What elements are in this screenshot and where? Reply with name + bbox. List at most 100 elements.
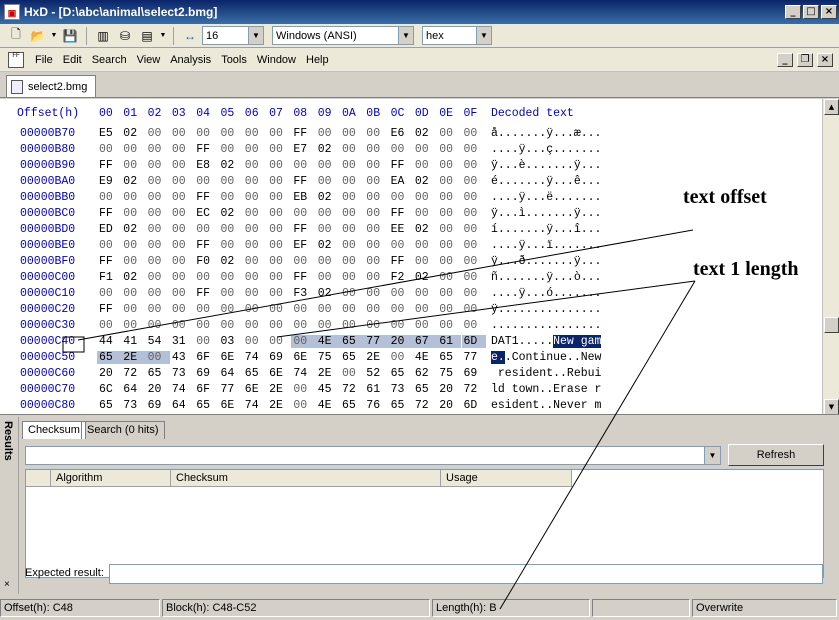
hex-byte[interactable]: 69 bbox=[148, 399, 170, 412]
hex-editor-view[interactable]: Offset(h) 00 01 02 03 04 05 06 07 08 09 0A 0B 0C 0D 0E 0… bbox=[0, 99, 839, 415]
hex-byte[interactable]: 00 bbox=[148, 143, 170, 156]
hex-byte[interactable]: 00 bbox=[342, 127, 364, 140]
tab-select2-bmg[interactable]: select2.bmg bbox=[6, 75, 97, 97]
hex-byte[interactable]: 73 bbox=[391, 383, 413, 396]
hex-byte[interactable]: 00 bbox=[172, 255, 194, 268]
hex-byte[interactable]: 00 bbox=[318, 223, 340, 236]
hex-row[interactable]: 00000B80 00 00 00 00 FF 00 00 00 E7 02 00 00 00 00 00 00… bbox=[0, 143, 818, 159]
hex-byte[interactable]: 00 bbox=[269, 191, 291, 204]
disk-icon[interactable]: ⛁ bbox=[115, 27, 135, 45]
hex-byte[interactable]: 00 bbox=[464, 319, 486, 332]
hex-byte[interactable]: 00 bbox=[415, 207, 437, 220]
hex-byte[interactable]: EB bbox=[293, 191, 315, 204]
hex-row[interactable]: 00000C30 00 00 00 00 00 00 00 00 00 00 00 00 00 00 00 00… bbox=[0, 319, 818, 335]
hex-byte[interactable]: 00 bbox=[415, 287, 437, 300]
hex-byte[interactable]: 00 bbox=[366, 127, 388, 140]
hex-byte[interactable]: 00 bbox=[415, 143, 437, 156]
hex-byte[interactable]: FF bbox=[293, 175, 315, 188]
hex-byte[interactable]: 00 bbox=[196, 319, 218, 332]
hex-byte[interactable]: 00 bbox=[293, 303, 315, 316]
hex-row[interactable]: 00000B90 FF 00 00 00 E8 02 00 00 00 00 00 00 FF 00 00 00… bbox=[0, 159, 818, 175]
hex-byte[interactable]: 20 bbox=[388, 335, 413, 348]
hex-byte[interactable]: 00 bbox=[145, 351, 170, 364]
hex-byte[interactable]: 00 bbox=[221, 191, 243, 204]
hex-byte[interactable]: 00 bbox=[269, 127, 291, 140]
hex-byte[interactable]: 00 bbox=[221, 143, 243, 156]
hex-byte[interactable]: 00 bbox=[366, 191, 388, 204]
hex-byte[interactable]: EA bbox=[391, 175, 413, 188]
hex-byte[interactable]: 00 bbox=[123, 143, 145, 156]
hex-byte[interactable]: 00 bbox=[439, 127, 461, 140]
hex-byte[interactable]: 00 bbox=[391, 319, 413, 332]
menu-file[interactable]: File bbox=[30, 54, 58, 66]
hex-byte[interactable]: 00 bbox=[439, 175, 461, 188]
hex-byte[interactable]: 00 bbox=[366, 287, 388, 300]
hex-byte[interactable]: 02 bbox=[123, 175, 145, 188]
checksum-algorithm-select[interactable]: ▼ bbox=[25, 446, 721, 465]
hex-byte[interactable]: 02 bbox=[123, 271, 145, 284]
hex-byte[interactable]: 00 bbox=[123, 191, 145, 204]
hex-byte[interactable]: 65 bbox=[391, 367, 413, 380]
hex-byte[interactable]: 00 bbox=[148, 271, 170, 284]
menu-view[interactable]: View bbox=[132, 54, 166, 66]
hex-byte[interactable]: 00 bbox=[172, 287, 194, 300]
hex-byte[interactable]: 00 bbox=[99, 239, 121, 252]
hex-byte[interactable]: FF bbox=[196, 143, 218, 156]
column-checksum[interactable]: Checksum bbox=[171, 470, 441, 487]
hex-byte[interactable]: 00 bbox=[269, 319, 291, 332]
hex-byte[interactable]: FF bbox=[196, 287, 218, 300]
hex-byte[interactable]: 00 bbox=[342, 239, 364, 252]
hex-byte[interactable]: 00 bbox=[196, 271, 218, 284]
hex-byte[interactable]: 00 bbox=[293, 399, 315, 412]
hex-byte[interactable]: 54 bbox=[148, 335, 170, 348]
menu-analysis[interactable]: Analysis bbox=[165, 54, 216, 66]
hex-byte[interactable]: 00 bbox=[366, 223, 388, 236]
hex-row[interactable]: 00000BD0 ED 02 00 00 00 00 00 00 FF 00 00 00 EE 02 00 00… bbox=[0, 223, 818, 239]
charset-select[interactable]: Windows (ANSI) ▼ bbox=[272, 26, 414, 45]
hex-byte[interactable]: 00 bbox=[342, 207, 364, 220]
hex-byte[interactable]: 77 bbox=[221, 383, 243, 396]
hex-byte[interactable]: 00 bbox=[464, 303, 486, 316]
hex-byte[interactable]: 52 bbox=[366, 367, 388, 380]
hex-byte[interactable]: E5 bbox=[99, 127, 121, 140]
hex-byte[interactable]: 00 bbox=[269, 143, 291, 156]
hex-byte[interactable]: 00 bbox=[366, 175, 388, 188]
hex-byte[interactable]: FF bbox=[293, 127, 315, 140]
hex-byte[interactable]: 00 bbox=[293, 383, 315, 396]
hex-byte[interactable]: 00 bbox=[245, 207, 267, 220]
hex-byte[interactable]: 02 bbox=[123, 127, 145, 140]
hex-byte[interactable]: 00 bbox=[221, 127, 243, 140]
hex-byte[interactable]: 00 bbox=[342, 271, 364, 284]
hex-byte[interactable]: 00 bbox=[221, 319, 243, 332]
hex-byte[interactable]: 6E bbox=[293, 351, 315, 364]
hex-byte[interactable]: 00 bbox=[366, 159, 388, 172]
hex-byte[interactable]: 6F bbox=[196, 351, 218, 364]
hex-byte[interactable]: E9 bbox=[99, 175, 121, 188]
hex-row[interactable]: 00000C50 65 2E 00 43 6F 6E 74 69 6E 75 65 2E 00 4E 65 77… bbox=[0, 351, 818, 367]
hex-byte[interactable]: 00 bbox=[318, 303, 340, 316]
hex-byte[interactable]: 00 bbox=[123, 319, 145, 332]
hex-byte[interactable]: 20 bbox=[439, 399, 461, 412]
hex-byte[interactable]: 00 bbox=[366, 207, 388, 220]
hex-byte[interactable]: 4E bbox=[315, 335, 340, 348]
decoded-text[interactable]: e..Continue..New bbox=[491, 351, 601, 364]
hex-row[interactable]: 00000BE0 00 00 00 00 FF 00 00 00 EF 02 00 00 00 00 00 00… bbox=[0, 239, 818, 255]
hex-byte[interactable]: 00 bbox=[245, 191, 267, 204]
hex-byte[interactable]: 72 bbox=[342, 383, 364, 396]
hex-byte[interactable]: 64 bbox=[172, 399, 194, 412]
hex-byte[interactable]: 00 bbox=[464, 207, 486, 220]
hex-byte[interactable]: ED bbox=[99, 223, 121, 236]
hex-byte[interactable]: EC bbox=[196, 207, 218, 220]
hex-byte[interactable]: 00 bbox=[391, 303, 413, 316]
hex-byte[interactable]: 77 bbox=[464, 351, 486, 364]
chevron-down-icon[interactable]: ▼ bbox=[704, 447, 720, 464]
hex-byte[interactable]: 00 bbox=[391, 351, 413, 364]
hex-byte[interactable]: 00 bbox=[342, 191, 364, 204]
decoded-text[interactable]: å.......ÿ...æ... bbox=[491, 127, 601, 140]
hex-byte[interactable]: 00 bbox=[318, 175, 340, 188]
hex-byte[interactable]: 00 bbox=[366, 319, 388, 332]
hex-byte[interactable]: 02 bbox=[123, 223, 145, 236]
hex-byte[interactable]: 00 bbox=[318, 271, 340, 284]
hex-byte[interactable]: 00 bbox=[293, 255, 315, 268]
decoded-text[interactable]: ld town..Erase r bbox=[491, 383, 601, 396]
